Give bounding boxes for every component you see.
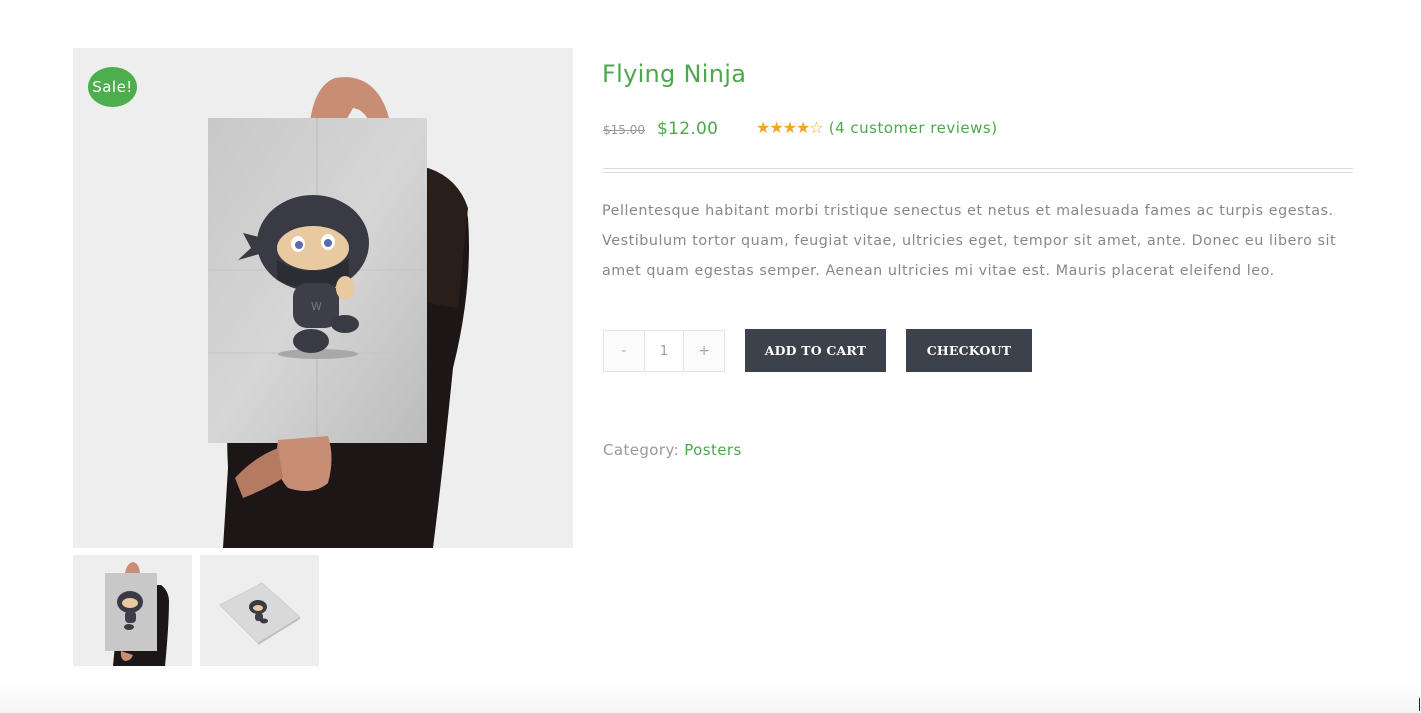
star-rating-icon: ★★★★☆ [756,118,824,137]
product-category: Category: Posters [603,441,742,459]
checkout-button[interactable]: CHECKOUT [906,329,1032,372]
add-to-cart-button[interactable]: ADD TO CART [745,329,886,372]
customer-reviews-link[interactable]: (4 customer reviews) [829,119,998,137]
divider [603,168,1353,169]
sale-badge: Sale! [88,67,137,107]
category-label: Category: [603,441,680,459]
product-title: Flying Ninja [602,60,747,88]
quantity-stepper: - 1 + [603,330,725,372]
product-rating: ★★★★☆ (4 customer reviews) [756,119,998,137]
sale-price: $12.00 [657,119,719,139]
product-main-image[interactable]: W [73,48,573,548]
product-short-description: Pellentesque habitant morbi tristique se… [602,203,1337,279]
thumbnail-poster-held[interactable] [73,555,192,666]
quantity-plus-button[interactable]: + [684,331,724,371]
quantity-input[interactable]: 1 [643,331,685,371]
category-link-posters[interactable]: Posters [684,441,741,459]
divider [603,172,1353,173]
regular-price: $15.00 [603,123,645,137]
thumbnail-poster-flat[interactable] [200,555,319,666]
svg-text:W: W [311,300,322,313]
footer-shadow [0,683,1421,713]
product-page: W Sale! Flying Ninja $15.00 $12.00 ★★★★☆… [0,0,1421,713]
quantity-minus-button[interactable]: - [604,331,644,371]
text-cursor-icon [1419,698,1420,711]
